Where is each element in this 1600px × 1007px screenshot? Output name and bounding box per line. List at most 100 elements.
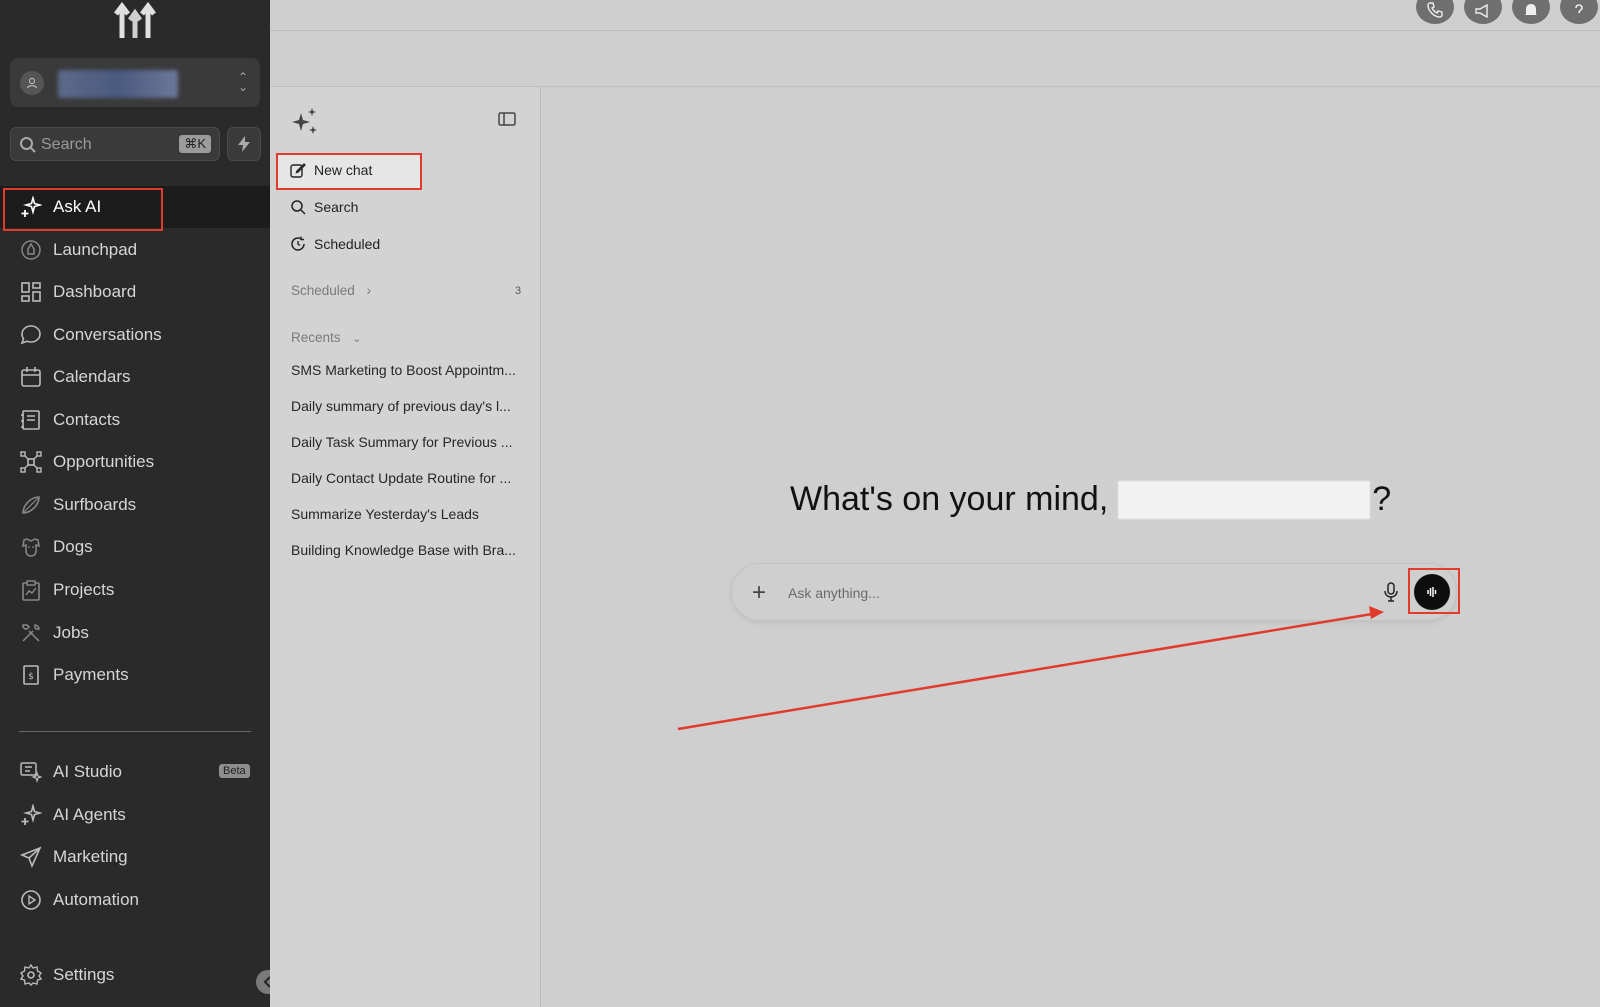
chevron-updown-icon: ⌃ ⌄ bbox=[237, 70, 248, 94]
chevron-down-icon: ⌄ bbox=[352, 333, 362, 345]
account-name-redacted bbox=[58, 70, 178, 98]
phone-button[interactable] bbox=[1416, 0, 1454, 24]
calendar-icon bbox=[21, 367, 41, 387]
sidebar-item-settings[interactable]: Settings bbox=[0, 954, 270, 996]
recent-chat-item[interactable]: Daily Task Summary for Previous ... bbox=[291, 434, 512, 450]
scheduled-label: Scheduled bbox=[314, 236, 381, 252]
sidebar-item-dashboard[interactable]: Dashboard bbox=[0, 271, 270, 313]
tools-icon bbox=[22, 624, 40, 642]
announcements-button[interactable] bbox=[1464, 0, 1502, 24]
sidebar-item-ai-agents[interactable]: AI Agents bbox=[0, 794, 270, 836]
main-sidebar: ⌃ ⌄ Search ⌘K Ask AI Launchpad Dashboard … bbox=[0, 0, 270, 1007]
play-circle-icon bbox=[21, 890, 41, 910]
beta-badge: Beta bbox=[219, 764, 250, 778]
ask-input-bar: + bbox=[731, 563, 1457, 621]
send-icon bbox=[20, 846, 42, 868]
lightning-icon bbox=[238, 136, 250, 152]
phone-icon bbox=[1427, 2, 1443, 18]
sidebar-item-calendars[interactable]: Calendars bbox=[0, 356, 270, 398]
sidebar-item-payments[interactable]: $ Payments bbox=[0, 654, 270, 696]
search-shortcut: ⌘K bbox=[179, 135, 211, 153]
recents-section-label: Recents bbox=[291, 330, 341, 345]
sidebar-item-dogs[interactable]: Dogs bbox=[0, 526, 270, 568]
chevron-right-icon: › bbox=[366, 283, 372, 298]
rocket-icon bbox=[21, 240, 41, 260]
ai-studio-icon bbox=[20, 762, 42, 783]
sidebar-item-label: AI Studio bbox=[53, 762, 122, 781]
sidebar-toggle-icon[interactable] bbox=[498, 112, 516, 126]
help-icon bbox=[1575, 4, 1583, 14]
sidebar-item-conversations[interactable]: Conversations bbox=[0, 314, 270, 356]
scheduled-section-toggle[interactable]: Scheduled › bbox=[291, 283, 371, 298]
sidebar-item-contacts[interactable]: Contacts bbox=[0, 399, 270, 441]
sidebar-item-label: Opportunities bbox=[53, 452, 155, 471]
clock-refresh-icon bbox=[291, 236, 305, 251]
megaphone-icon bbox=[1475, 4, 1488, 18]
ask-input[interactable] bbox=[788, 581, 1328, 605]
logo-icon bbox=[114, 1, 156, 38]
sidebar-item-launchpad[interactable]: Launchpad bbox=[0, 229, 270, 271]
recent-chat-item[interactable]: Daily Contact Update Routine for ... bbox=[291, 470, 511, 486]
clipboard-icon bbox=[22, 580, 40, 601]
contacts-book-icon bbox=[21, 410, 40, 430]
svg-text:$: $ bbox=[28, 672, 34, 682]
search-icon bbox=[20, 137, 36, 153]
plus-icon[interactable]: + bbox=[752, 579, 766, 607]
notifications-button[interactable] bbox=[1512, 0, 1550, 24]
sidebar-divider bbox=[19, 731, 251, 732]
sidebar-item-surfboards[interactable]: Surfboards bbox=[0, 484, 270, 526]
user-icon bbox=[20, 71, 44, 95]
voice-button-highlight bbox=[1408, 568, 1460, 614]
new-chat-label: New chat bbox=[314, 162, 373, 178]
help-button[interactable] bbox=[1560, 0, 1598, 24]
scheduled-section-label: Scheduled bbox=[291, 283, 355, 298]
sidebar-item-marketing[interactable]: Marketing bbox=[0, 836, 270, 878]
sidebar-item-label: Settings bbox=[53, 965, 115, 984]
sparkle-icon bbox=[292, 108, 317, 134]
sidebar-item-jobs[interactable]: Jobs bbox=[0, 612, 270, 654]
sidebar-search[interactable]: Search ⌘K bbox=[10, 127, 220, 161]
recent-chat-item[interactable]: Daily summary of previous day's l... bbox=[291, 398, 511, 414]
ask-ai-highlight bbox=[3, 188, 163, 231]
recent-chat-item[interactable]: SMS Marketing to Boost Appointm... bbox=[291, 362, 516, 378]
chat-bubble-icon bbox=[20, 325, 41, 345]
sidebar-item-label: Contacts bbox=[53, 410, 121, 429]
sparkle-icon bbox=[21, 804, 42, 825]
edit-icon bbox=[290, 163, 306, 178]
greeting-heading: What's on your mind, ? bbox=[790, 480, 1391, 519]
top-header bbox=[270, 0, 1600, 31]
sidebar-item-opportunities[interactable]: Opportunities bbox=[0, 441, 270, 483]
recent-chat-item[interactable]: Building Knowledge Base with Bra... bbox=[291, 542, 516, 558]
sidebar-item-automation[interactable]: Automation bbox=[0, 879, 270, 921]
sidebar-item-label: Calendars bbox=[53, 367, 131, 386]
panel-search-button[interactable]: Search bbox=[290, 195, 358, 219]
sidebar-item-label: Jobs bbox=[53, 623, 89, 642]
network-icon bbox=[20, 451, 42, 473]
new-chat-button[interactable]: New chat bbox=[290, 158, 372, 182]
account-switcher[interactable]: ⌃ ⌄ bbox=[10, 58, 260, 107]
quick-action-button[interactable] bbox=[227, 127, 261, 161]
sidebar-item-label: Conversations bbox=[53, 325, 162, 344]
sidebar-item-label: AI Agents bbox=[53, 805, 126, 824]
sidebar-item-label: Payments bbox=[53, 665, 129, 684]
search-label: Search bbox=[314, 199, 359, 215]
bell-icon bbox=[1525, 4, 1537, 15]
receipt-icon: $ bbox=[23, 665, 39, 685]
gear-icon bbox=[20, 964, 42, 986]
recent-chat-item[interactable]: Summarize Yesterday's Leads bbox=[291, 506, 479, 522]
sidebar-item-label: Surfboards bbox=[53, 495, 137, 514]
dog-icon bbox=[22, 538, 40, 557]
sidebar-item-projects[interactable]: Projects bbox=[0, 569, 270, 611]
scheduled-count: 3 bbox=[515, 285, 522, 297]
sidebar-item-label: Dashboard bbox=[53, 282, 137, 301]
sidebar-item-label: Launchpad bbox=[53, 240, 138, 259]
sub-header bbox=[270, 31, 1600, 87]
sidebar-item-label: Marketing bbox=[53, 847, 128, 866]
recents-section-toggle[interactable]: Recents ⌄ bbox=[291, 330, 362, 345]
search-icon bbox=[291, 200, 306, 215]
panel-scheduled-button[interactable]: Scheduled bbox=[290, 232, 380, 256]
greeting-prefix: What's on your mind, bbox=[790, 480, 1109, 518]
sidebar-item-label: Dogs bbox=[53, 537, 93, 556]
microphone-icon[interactable] bbox=[1384, 582, 1398, 602]
surfboard-icon bbox=[22, 496, 40, 514]
